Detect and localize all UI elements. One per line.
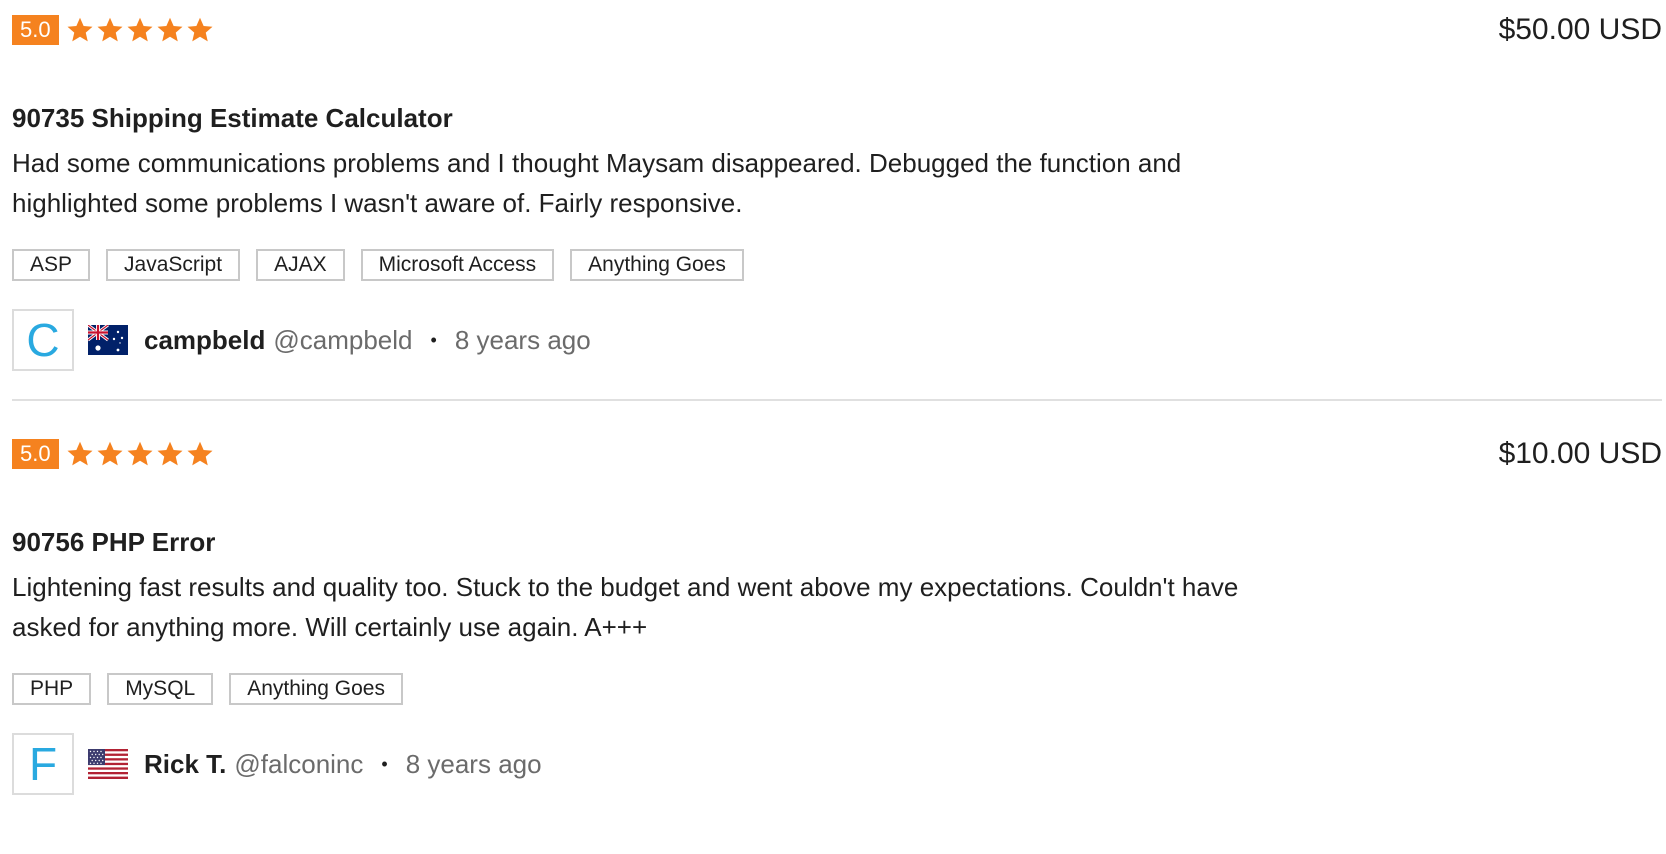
star-icon — [65, 439, 95, 469]
review-text: Had some communications problems and I t… — [12, 148, 1182, 218]
rating-row: 5.0 — [12, 438, 215, 470]
avatar[interactable]: F — [12, 733, 74, 795]
skill-tag[interactable]: ASP — [12, 249, 91, 281]
review-text: Lightening fast results and quality too.… — [12, 572, 1239, 642]
skill-tag[interactable]: Anything Goes — [229, 673, 403, 705]
separator-dot: • — [381, 753, 388, 774]
reviewer-info: C campbeld @campbeld • 8 years ago — [12, 309, 591, 371]
star-icon — [65, 15, 95, 45]
skill-tag[interactable]: Microsoft Access — [360, 249, 555, 281]
skill-tag[interactable]: PHP — [12, 673, 92, 705]
rating-badge: 5.0 — [12, 15, 59, 45]
review-card: 5.0 $50.00 USD 90735 Shipping Estimate C… — [12, 0, 1662, 400]
reviewer-handle[interactable]: @campbeld — [273, 325, 412, 356]
skill-tag[interactable]: MySQL — [107, 673, 214, 705]
avatar[interactable]: C — [12, 309, 74, 371]
skill-tag[interactable]: Anything Goes — [570, 249, 744, 281]
skill-tags: ASP JavaScript AJAX Microsoft Access Any… — [12, 249, 744, 281]
project-title: 90756 PHP Error — [12, 527, 216, 557]
skill-tag[interactable]: AJAX — [256, 249, 345, 281]
rating-badge: 5.0 — [12, 439, 59, 469]
star-icon — [185, 439, 215, 469]
reviewer-handle[interactable]: @falconinc — [234, 749, 363, 780]
reviewer-name[interactable]: Rick T. — [144, 749, 226, 780]
skill-tags: PHP MySQL Anything Goes — [12, 673, 403, 705]
review-divider — [12, 399, 1662, 401]
star-rating — [65, 15, 215, 45]
rating-row: 5.0 — [12, 14, 215, 46]
australia-flag-icon — [88, 325, 128, 355]
skill-tag[interactable]: JavaScript — [106, 249, 241, 281]
project-price: $50.00 USD — [1498, 13, 1662, 46]
reviewer-name[interactable]: campbeld — [144, 325, 265, 356]
star-icon — [95, 439, 125, 469]
star-icon — [125, 15, 155, 45]
star-icon — [125, 439, 155, 469]
united-states-flag-icon — [88, 749, 128, 779]
star-icon — [155, 439, 185, 469]
project-price: $10.00 USD — [1498, 437, 1662, 470]
review-card: 5.0 $10.00 USD 90756 PHP Error Lightenin… — [12, 424, 1662, 824]
star-icon — [155, 15, 185, 45]
star-icon — [95, 15, 125, 45]
review-time: 8 years ago — [405, 748, 542, 779]
separator-dot: • — [430, 329, 437, 350]
reviewer-info: F Rick T. @falconinc • 8 years ago — [12, 733, 542, 795]
review-time: 8 years ago — [454, 324, 591, 355]
star-rating — [65, 439, 215, 469]
project-title: 90735 Shipping Estimate Calculator — [12, 103, 453, 133]
star-icon — [185, 15, 215, 45]
